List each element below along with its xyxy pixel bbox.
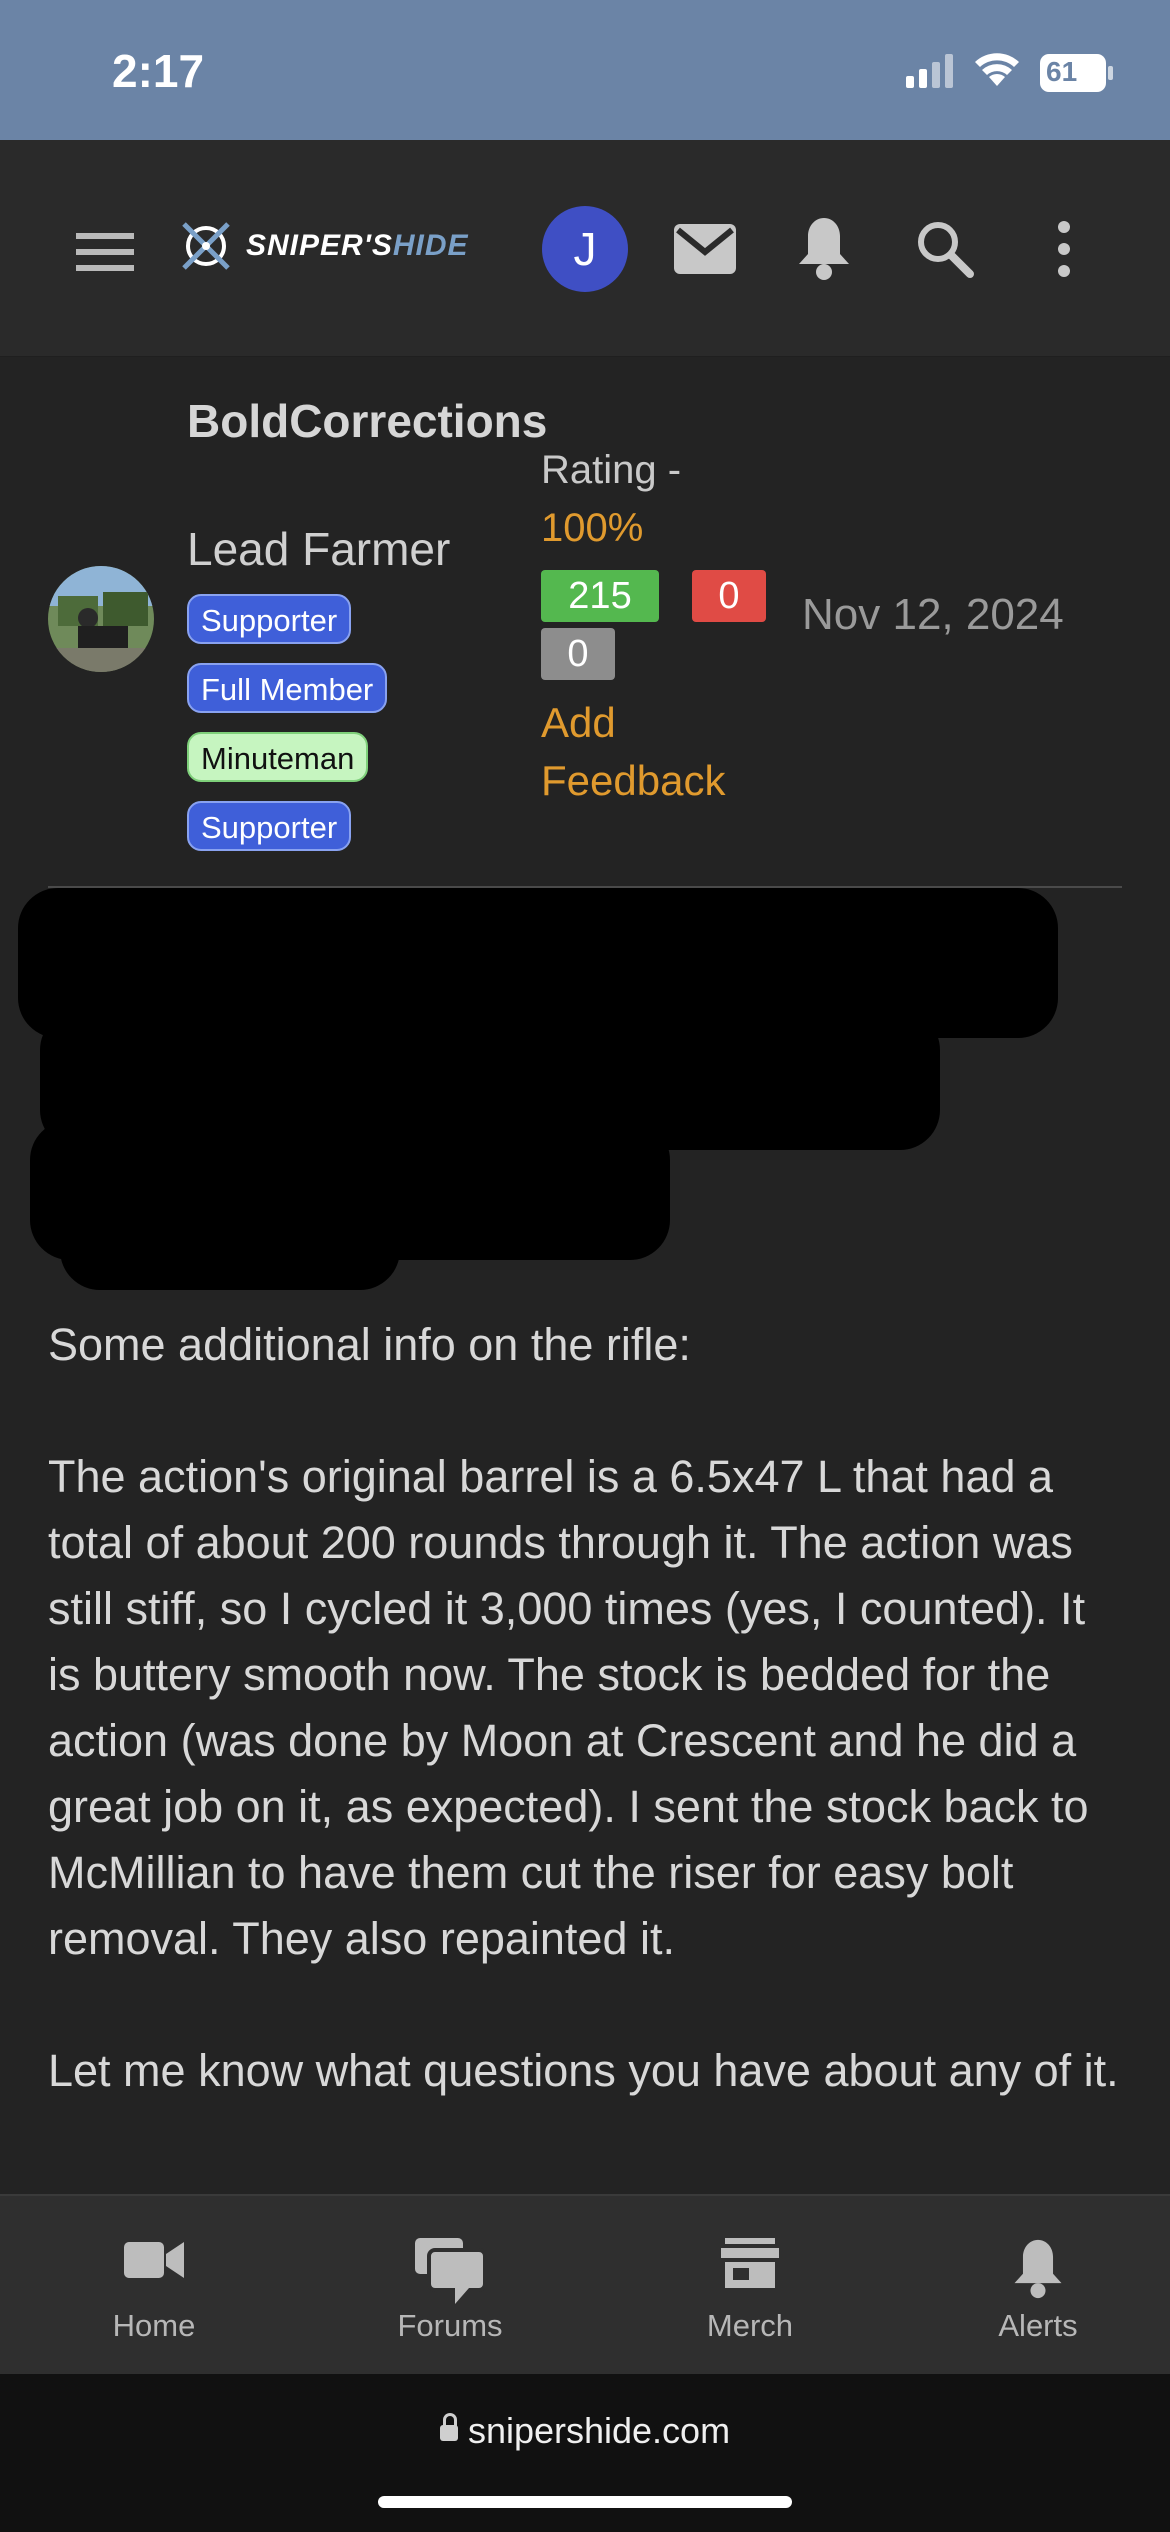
bell-icon: [1014, 2239, 1062, 2299]
tab-alerts-label: Alerts: [998, 2308, 1078, 2343]
post-date[interactable]: Nov 12, 2024: [802, 590, 1064, 640]
poster-photo: [48, 566, 154, 672]
account-avatar[interactable]: J: [542, 206, 628, 292]
site-logo[interactable]: SNIPER'SHIDE: [178, 218, 469, 274]
search-icon[interactable]: [916, 220, 974, 278]
lock-icon: [439, 2413, 458, 2442]
tab-merch-label: Merch: [706, 2308, 794, 2343]
poster-avatar[interactable]: [48, 566, 154, 672]
feedback-negative[interactable]: 0: [692, 570, 766, 622]
home-indicator[interactable]: [378, 2496, 792, 2508]
battery-level: 61: [1046, 56, 1078, 87]
badge-supporter-2: Supporter: [187, 801, 352, 851]
badge-minuteman: Minuteman: [187, 732, 369, 782]
post-body: Some additional info on the rifle: The a…: [48, 1312, 1128, 2104]
tab-merch[interactable]: Merch: [650, 2196, 850, 2376]
rating-label: Rating -: [541, 448, 682, 492]
url-text: snipershide.com: [467, 2410, 731, 2451]
badge-supporter: Supporter: [187, 594, 352, 644]
post-paragraph: The action's original barrel is a 6.5x47…: [48, 1451, 1089, 1964]
browser-url-bar[interactable]: snipershide.com: [0, 2374, 1170, 2532]
video-camera-icon: [124, 2242, 184, 2278]
badge-full-member: Full Member: [187, 663, 388, 713]
notification-bell-icon[interactable]: [795, 216, 853, 282]
feedback-neutral[interactable]: 0: [541, 628, 615, 680]
tab-alerts[interactable]: Alerts: [938, 2196, 1138, 2376]
tab-home-label: Home: [112, 2308, 196, 2343]
logo-text: SNIPER'SHIDE: [246, 229, 469, 263]
hamburger-menu-icon[interactable]: [76, 231, 134, 273]
status-time: 2:17: [112, 45, 205, 97]
add-feedback-link[interactable]: Add Feedback: [541, 694, 761, 810]
post-paragraph: Let me know what questions you have abou…: [48, 2045, 1119, 2096]
feedback-positive[interactable]: 215: [541, 570, 659, 622]
mail-icon[interactable]: [674, 224, 736, 274]
bottom-tab-bar: Home Forums Merch Alerts: [0, 2194, 1170, 2376]
tab-home[interactable]: Home: [54, 2196, 254, 2376]
tab-forums-label: Forums: [397, 2308, 503, 2343]
logo-text-hide: HIDE: [392, 229, 469, 262]
chat-bubbles-icon: [415, 2238, 485, 2304]
tab-forums[interactable]: Forums: [350, 2196, 550, 2376]
status-bar: 2:17 61: [0, 0, 1170, 140]
poster-user-title: Lead Farmer: [187, 523, 451, 575]
crosshair-logo-icon: [182, 222, 230, 270]
poster-username[interactable]: BoldCorrections: [187, 388, 547, 454]
post-paragraph: Some additional info on the rifle:: [48, 1319, 691, 1370]
rating-percent: 100%: [541, 506, 644, 550]
logo-text-main: SNIPER'S: [246, 229, 393, 262]
wifi-icon: [975, 53, 1019, 86]
cellular-signal-icon: [906, 54, 953, 88]
url-display[interactable]: snipershide.com: [0, 2410, 1170, 2452]
more-options-icon[interactable]: [1054, 220, 1074, 278]
store-icon: [721, 2238, 779, 2288]
